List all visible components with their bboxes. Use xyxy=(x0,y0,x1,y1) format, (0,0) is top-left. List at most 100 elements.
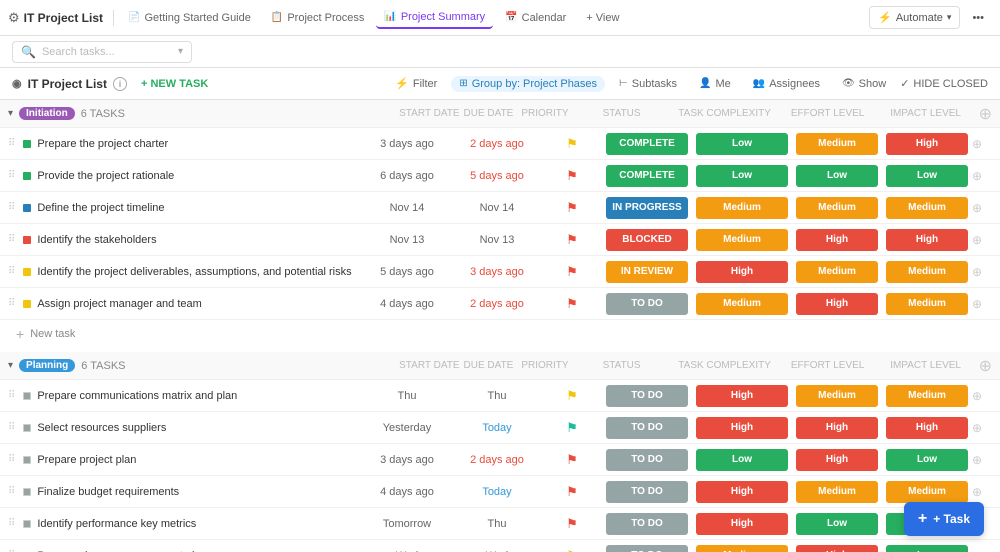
section-options-icon[interactable]: ⊕ xyxy=(979,356,992,376)
row-options[interactable]: ⊕ xyxy=(972,137,992,151)
effort-cell: Low xyxy=(792,513,882,535)
list-title: IT Project List xyxy=(28,77,107,91)
task-name-text: Select resources suppliers xyxy=(37,422,166,434)
drag-handle[interactable]: ⠿ xyxy=(8,298,15,309)
row-options[interactable]: ⊕ xyxy=(972,453,992,467)
row-options[interactable]: ⊕ xyxy=(972,297,992,311)
complexity-badge: Low xyxy=(696,449,788,471)
table-row[interactable]: ⠿ Prepare the project charter 3 days ago… xyxy=(0,128,1000,160)
plus-icon: + xyxy=(16,326,24,342)
priority-flag-icon: ⚑ xyxy=(566,264,578,279)
row-options[interactable]: ⊕ xyxy=(972,265,992,279)
priority-flag-icon: ⚑ xyxy=(566,548,578,552)
row-options[interactable]: ⊕ xyxy=(972,421,992,435)
effort-cell: High xyxy=(792,229,882,251)
due-date-cell: 3 days ago xyxy=(452,266,542,278)
table-row[interactable]: ⠿ Prepare project plan 3 days ago 2 days… xyxy=(0,444,1000,476)
impact-cell: Medium xyxy=(882,261,972,283)
new-task-label: New task xyxy=(30,328,75,340)
row-options[interactable]: ⊕ xyxy=(972,485,992,499)
row-options[interactable]: ⊕ xyxy=(972,201,992,215)
me-button[interactable]: 👤 Me xyxy=(691,75,739,93)
list-chevron-icon[interactable]: ◉ xyxy=(12,77,22,90)
task-name-text: Prepare communications matrix and plan xyxy=(37,390,237,402)
table-row[interactable]: ⠿ Identify performance key metrics Tomor… xyxy=(0,508,1000,540)
effort-badge: Medium xyxy=(796,481,878,503)
row-options[interactable]: ⊕ xyxy=(972,233,992,247)
section-header-initiation[interactable]: ▾ Initiation 6 TASKS START DATE DUE DATE… xyxy=(0,100,1000,128)
new-task-button[interactable]: + NEW TASK xyxy=(133,75,216,93)
drag-handle[interactable]: ⠿ xyxy=(8,486,15,497)
table-row[interactable]: ⠿ Prepare communications matrix and plan… xyxy=(0,380,1000,412)
table-row[interactable]: ⠿ Provide the project rationale 6 days a… xyxy=(0,160,1000,192)
drag-handle[interactable]: ⠿ xyxy=(8,518,15,529)
search-input[interactable]: 🔍 Search tasks... ▾ xyxy=(12,41,192,63)
row-options[interactable]: ⊕ xyxy=(972,169,992,183)
drag-handle[interactable]: ⠿ xyxy=(8,202,15,213)
priority-cell: ⚑ xyxy=(542,296,602,312)
drag-handle[interactable]: ⠿ xyxy=(8,138,15,149)
complexity-cell: Medium xyxy=(692,197,792,219)
drag-handle[interactable]: ⠿ xyxy=(8,266,15,277)
subtasks-button[interactable]: ⊢ Subtasks xyxy=(611,75,685,93)
effort-cell: High xyxy=(792,417,882,439)
start-date-cell: 3 days ago xyxy=(362,454,452,466)
task-name: ⠿ Provide the project rationale xyxy=(8,170,362,182)
new-task-row[interactable]: + New task xyxy=(0,320,1000,348)
hide-closed-button[interactable]: ✓ HIDE CLOSED xyxy=(900,77,988,90)
impact-cell: High xyxy=(882,229,972,251)
table-row[interactable]: ⠿ Finalize budget requirements 4 days ag… xyxy=(0,476,1000,508)
filter-button[interactable]: ⚡ Filter xyxy=(387,74,445,93)
status-badge: TO DO xyxy=(606,481,688,503)
drag-handle[interactable]: ⠿ xyxy=(8,170,15,181)
complexity-col-header: TASK COMPLEXITY xyxy=(675,360,775,371)
impact-cell: High xyxy=(882,133,972,155)
table-row[interactable]: ⠿ Identify the stakeholders Nov 13 Nov 1… xyxy=(0,224,1000,256)
complexity-cell: Low xyxy=(692,449,792,471)
table-row[interactable]: ⠿ Define the project timeline Nov 14 Nov… xyxy=(0,192,1000,224)
show-button[interactable]: 👁 Show xyxy=(834,75,894,93)
due-date-col-header: DUE DATE xyxy=(464,108,514,119)
section-options-icon[interactable]: ⊕ xyxy=(979,104,992,124)
complexity-badge: Medium xyxy=(696,197,788,219)
effort-badge: Medium xyxy=(796,133,878,155)
tab-calendar[interactable]: 📅 Calendar xyxy=(497,8,574,28)
impact-badge: Low xyxy=(886,165,968,187)
assignees-button[interactable]: 👥 Assignees xyxy=(745,75,828,93)
effort-badge: Medium xyxy=(796,385,878,407)
more-options-button[interactable]: ••• xyxy=(964,8,992,28)
status-cell: TO DO xyxy=(602,385,692,407)
section-header-planning[interactable]: ▾ Planning 6 TASKS START DATE DUE DATE P… xyxy=(0,352,1000,380)
priority-flag-icon: ⚑ xyxy=(566,484,578,499)
priority-cell: ⚑ xyxy=(542,420,602,436)
effort-cell: Low xyxy=(792,165,882,187)
tab-getting-started[interactable]: 📄 Getting Started Guide xyxy=(120,8,259,28)
table-row[interactable]: ⠿ Prepare change management plan Wed Wed… xyxy=(0,540,1000,552)
effort-badge: Medium xyxy=(796,261,878,283)
impact-badge: Low xyxy=(886,545,968,552)
drag-handle[interactable]: ⠿ xyxy=(8,390,15,401)
drag-handle[interactable]: ⠿ xyxy=(8,422,15,433)
status-cell: TO DO xyxy=(602,513,692,535)
section-task-count-initiation: 6 TASKS xyxy=(81,108,125,120)
tab-add-view[interactable]: + View xyxy=(578,8,627,28)
group-by-button[interactable]: ⊞ Group by: Project Phases xyxy=(451,76,605,92)
app-settings-icon[interactable]: ⚙ xyxy=(8,10,20,26)
drag-handle[interactable]: ⠿ xyxy=(8,454,15,465)
add-task-button[interactable]: + + Task xyxy=(904,502,984,536)
complexity-cell: High xyxy=(692,513,792,535)
automate-button[interactable]: ⚡ Automate ▾ xyxy=(869,6,960,29)
complexity-cell: High xyxy=(692,261,792,283)
table-row[interactable]: ⠿ Identify the project deliverables, ass… xyxy=(0,256,1000,288)
impact-cell: Medium xyxy=(882,293,972,315)
tab-project-summary[interactable]: 📊 Project Summary xyxy=(376,7,493,29)
drag-handle[interactable]: ⠿ xyxy=(8,234,15,245)
complexity-cell: Low xyxy=(692,165,792,187)
row-options[interactable]: ⊕ xyxy=(972,389,992,403)
impact-badge: Medium xyxy=(886,197,968,219)
status-cell: BLOCKED xyxy=(602,229,692,251)
tab-project-process[interactable]: 📋 Project Process xyxy=(263,8,372,28)
table-row[interactable]: ⠿ Select resources suppliers Yesterday T… xyxy=(0,412,1000,444)
table-row[interactable]: ⠿ Assign project manager and team 4 days… xyxy=(0,288,1000,320)
row-options[interactable]: ⊕ xyxy=(972,549,992,552)
